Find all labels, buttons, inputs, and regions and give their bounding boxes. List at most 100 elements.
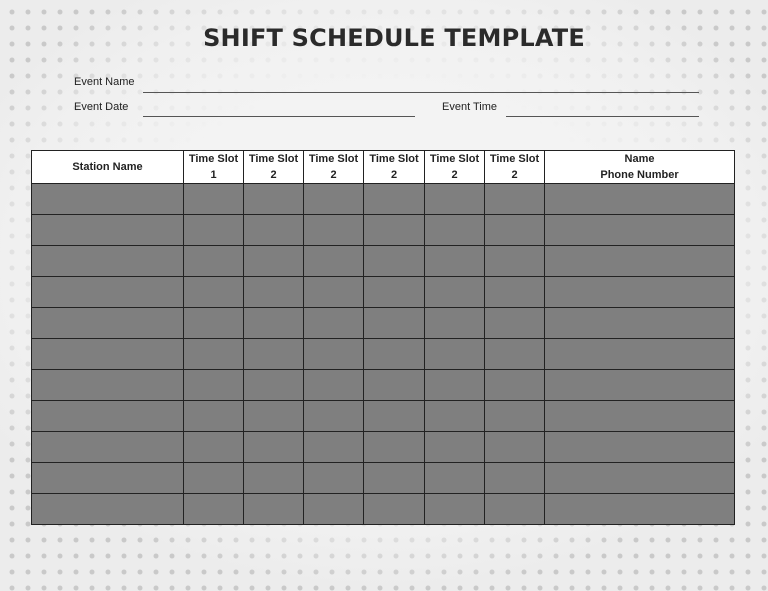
cell-time-slot-2a[interactable] <box>243 369 304 401</box>
cell-station-name[interactable] <box>31 214 184 246</box>
cell-name-phone-number[interactable] <box>544 493 735 525</box>
cell-time-slot-1[interactable] <box>183 369 244 401</box>
column-header-line2: 2 <box>270 169 277 181</box>
cell-time-slot-2e[interactable] <box>484 338 545 370</box>
cell-time-slot-2a[interactable] <box>243 462 304 494</box>
cell-station-name[interactable] <box>31 307 184 339</box>
cell-time-slot-2b[interactable] <box>303 462 364 494</box>
cell-time-slot-2c[interactable] <box>363 338 425 370</box>
cell-time-slot-1[interactable] <box>183 493 244 525</box>
cell-time-slot-2e[interactable] <box>484 462 545 494</box>
event-time-field[interactable] <box>506 116 699 117</box>
event-name-field[interactable] <box>143 92 699 93</box>
cell-time-slot-1[interactable] <box>183 214 244 246</box>
cell-time-slot-2b[interactable] <box>303 183 364 215</box>
cell-time-slot-2e[interactable] <box>484 245 545 277</box>
cell-time-slot-2b[interactable] <box>303 431 364 463</box>
cell-time-slot-2a[interactable] <box>243 183 304 215</box>
cell-time-slot-2a[interactable] <box>243 400 304 432</box>
cell-station-name[interactable] <box>31 462 184 494</box>
cell-time-slot-2e[interactable] <box>484 493 545 525</box>
column-header-line2: 2 <box>511 169 518 181</box>
cell-name-phone-number[interactable] <box>544 214 735 246</box>
cell-time-slot-2b[interactable] <box>303 338 364 370</box>
cell-name-phone-number[interactable] <box>544 338 735 370</box>
cell-time-slot-1[interactable] <box>183 307 244 339</box>
cell-time-slot-2e[interactable] <box>484 214 545 246</box>
cell-time-slot-2c[interactable] <box>363 276 425 308</box>
cell-time-slot-2e[interactable] <box>484 369 545 401</box>
cell-time-slot-2a[interactable] <box>243 493 304 525</box>
cell-station-name[interactable] <box>31 369 184 401</box>
cell-time-slot-2e[interactable] <box>484 431 545 463</box>
cell-station-name[interactable] <box>31 245 184 277</box>
cell-time-slot-2e[interactable] <box>484 276 545 308</box>
cell-station-name[interactable] <box>31 276 184 308</box>
cell-time-slot-2b[interactable] <box>303 400 364 432</box>
cell-station-name[interactable] <box>31 493 184 525</box>
cell-time-slot-2d[interactable] <box>424 276 485 308</box>
cell-time-slot-2d[interactable] <box>424 338 485 370</box>
cell-time-slot-2d[interactable] <box>424 400 485 432</box>
cell-time-slot-2d[interactable] <box>424 431 485 463</box>
cell-time-slot-2c[interactable] <box>363 431 425 463</box>
cell-station-name[interactable] <box>31 338 184 370</box>
table-row <box>31 400 735 432</box>
cell-time-slot-1[interactable] <box>183 400 244 432</box>
cell-time-slot-2d[interactable] <box>424 214 485 246</box>
event-date-field[interactable] <box>143 116 415 117</box>
cell-name-phone-number[interactable] <box>544 400 735 432</box>
cell-time-slot-2a[interactable] <box>243 276 304 308</box>
cell-time-slot-1[interactable] <box>183 338 244 370</box>
cell-time-slot-2d[interactable] <box>424 369 485 401</box>
cell-time-slot-2c[interactable] <box>363 307 425 339</box>
cell-time-slot-2a[interactable] <box>243 245 304 277</box>
cell-name-phone-number[interactable] <box>544 462 735 494</box>
cell-time-slot-2c[interactable] <box>363 245 425 277</box>
cell-time-slot-2d[interactable] <box>424 183 485 215</box>
cell-time-slot-2d[interactable] <box>424 307 485 339</box>
cell-time-slot-2d[interactable] <box>424 245 485 277</box>
cell-name-phone-number[interactable] <box>544 183 735 215</box>
cell-time-slot-2b[interactable] <box>303 307 364 339</box>
cell-name-phone-number[interactable] <box>544 369 735 401</box>
cell-time-slot-2b[interactable] <box>303 369 364 401</box>
column-header-line1: Station Name <box>72 161 143 173</box>
cell-time-slot-2b[interactable] <box>303 214 364 246</box>
cell-time-slot-2c[interactable] <box>363 462 425 494</box>
cell-name-phone-number[interactable] <box>544 245 735 277</box>
cell-time-slot-2a[interactable] <box>243 431 304 463</box>
cell-time-slot-2c[interactable] <box>363 369 425 401</box>
column-header-line2: 2 <box>330 169 337 181</box>
cell-time-slot-2b[interactable] <box>303 493 364 525</box>
column-header-line1: Time Slot <box>308 153 359 165</box>
cell-time-slot-1[interactable] <box>183 245 244 277</box>
cell-name-phone-number[interactable] <box>544 307 735 339</box>
cell-time-slot-2a[interactable] <box>243 214 304 246</box>
cell-time-slot-1[interactable] <box>183 462 244 494</box>
column-header-time-slot-2e: Time Slot 2 <box>484 150 545 184</box>
cell-time-slot-2a[interactable] <box>243 307 304 339</box>
cell-time-slot-2c[interactable] <box>363 214 425 246</box>
cell-time-slot-2b[interactable] <box>303 245 364 277</box>
cell-time-slot-2e[interactable] <box>484 400 545 432</box>
cell-name-phone-number[interactable] <box>544 276 735 308</box>
cell-time-slot-2c[interactable] <box>363 400 425 432</box>
cell-time-slot-2e[interactable] <box>484 183 545 215</box>
cell-time-slot-1[interactable] <box>183 276 244 308</box>
cell-time-slot-2e[interactable] <box>484 307 545 339</box>
cell-time-slot-2d[interactable] <box>424 462 485 494</box>
cell-station-name[interactable] <box>31 431 184 463</box>
cell-time-slot-2d[interactable] <box>424 493 485 525</box>
cell-time-slot-2c[interactable] <box>363 183 425 215</box>
cell-station-name[interactable] <box>31 183 184 215</box>
cell-time-slot-2b[interactable] <box>303 276 364 308</box>
cell-time-slot-1[interactable] <box>183 431 244 463</box>
cell-station-name[interactable] <box>31 400 184 432</box>
cell-time-slot-1[interactable] <box>183 183 244 215</box>
column-header-line1: Time Slot <box>489 153 540 165</box>
event-date-label: Event Date <box>74 101 129 113</box>
cell-time-slot-2a[interactable] <box>243 338 304 370</box>
cell-time-slot-2c[interactable] <box>363 493 425 525</box>
cell-name-phone-number[interactable] <box>544 431 735 463</box>
